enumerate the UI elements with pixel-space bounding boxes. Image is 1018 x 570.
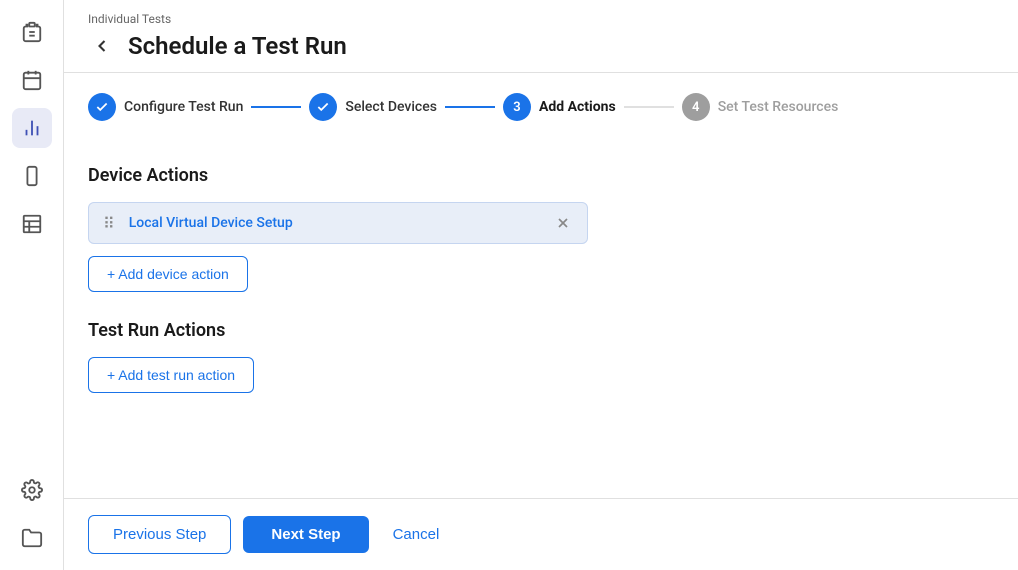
back-arrow-icon <box>92 36 112 56</box>
step-configure: Configure Test Run <box>88 93 243 121</box>
footer: Previous Step Next Step Cancel <box>64 499 1018 570</box>
test-run-actions-title: Test Run Actions <box>88 320 994 341</box>
clipboard-icon <box>21 21 43 43</box>
step-select-devices: Select Devices <box>309 93 437 121</box>
sidebar-item-device[interactable] <box>12 156 52 196</box>
chart-icon <box>21 117 43 139</box>
step-4-circle: 4 <box>682 93 710 121</box>
sidebar-item-clipboard[interactable] <box>12 12 52 52</box>
previous-step-button[interactable]: Previous Step <box>88 515 231 554</box>
step-1-circle <box>88 93 116 121</box>
step-3-circle: 3 <box>503 93 531 121</box>
breadcrumb: Individual Tests <box>88 12 994 26</box>
step-add-actions: 3 Add Actions <box>503 93 616 121</box>
cancel-button[interactable]: Cancel <box>381 516 452 553</box>
close-icon <box>555 215 571 231</box>
device-actions-title: Device Actions <box>88 165 994 186</box>
step-2-label: Select Devices <box>345 99 437 115</box>
sidebar-item-settings[interactable] <box>12 470 52 510</box>
sidebar <box>0 0 64 570</box>
step-2-circle <box>309 93 337 121</box>
step-3-label: Add Actions <box>539 99 616 115</box>
header: Individual Tests Schedule a Test Run <box>64 0 1018 73</box>
device-icon <box>21 165 43 187</box>
drag-handle-icon[interactable]: ⠿ <box>103 214 115 233</box>
step-1-label: Configure Test Run <box>124 99 243 115</box>
connector-2 <box>445 106 495 108</box>
step-4-number: 4 <box>692 100 699 115</box>
device-action-label: Local Virtual Device Setup <box>129 215 543 231</box>
device-action-item: ⠿ Local Virtual Device Setup <box>88 202 588 244</box>
step-3-number: 3 <box>513 100 520 115</box>
page-title: Schedule a Test Run <box>128 32 347 60</box>
back-button[interactable] <box>88 32 116 60</box>
add-device-action-button[interactable]: + Add device action <box>88 256 248 292</box>
device-actions-section: Device Actions ⠿ Local Virtual Device Se… <box>88 165 994 292</box>
connector-1 <box>251 106 301 108</box>
sidebar-item-calendar[interactable] <box>12 60 52 100</box>
folder-icon <box>21 527 43 549</box>
table-icon <box>21 213 43 235</box>
sidebar-item-chart[interactable] <box>12 108 52 148</box>
content-area: Device Actions ⠿ Local Virtual Device Se… <box>64 141 1018 498</box>
calendar-icon <box>21 69 43 91</box>
test-run-actions-section: Test Run Actions + Add test run action <box>88 320 994 393</box>
steps-bar: Configure Test Run Select Devices 3 Add … <box>64 73 1018 141</box>
step-set-resources: 4 Set Test Resources <box>682 93 839 121</box>
main-content: Individual Tests Schedule a Test Run Con… <box>64 0 1018 570</box>
sidebar-item-table[interactable] <box>12 204 52 244</box>
remove-device-action-button[interactable] <box>553 213 573 233</box>
settings-icon <box>21 479 43 501</box>
step-4-label: Set Test Resources <box>718 99 839 115</box>
connector-3 <box>624 106 674 108</box>
next-step-button[interactable]: Next Step <box>243 516 368 553</box>
sidebar-item-folder[interactable] <box>12 518 52 558</box>
add-test-run-action-button[interactable]: + Add test run action <box>88 357 254 393</box>
